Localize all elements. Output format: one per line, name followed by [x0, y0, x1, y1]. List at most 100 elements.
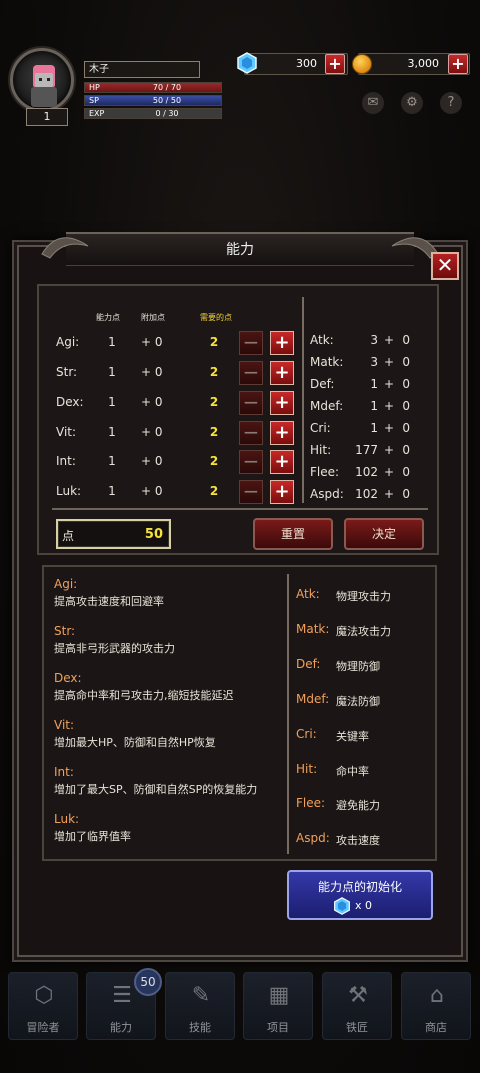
derived-hit: Hit: 177 + 0: [310, 440, 414, 462]
level-badge: 1: [26, 108, 68, 126]
exp-label: EXP: [89, 109, 105, 118]
derived-plus: +: [383, 399, 394, 413]
stats-separator: [52, 508, 428, 510]
avatar-eye: [47, 78, 50, 81]
decrease-str-button[interactable]: −: [239, 361, 263, 385]
ability-reset-init-button[interactable]: 能力点的初始化 x 0: [287, 870, 433, 920]
close-button[interactable]: ✕: [431, 252, 459, 280]
stat-name: Dex:: [56, 395, 84, 409]
nav-blacksmith[interactable]: ⚒ 铁匠: [322, 972, 392, 1040]
derived-bonus: 0: [402, 333, 410, 347]
stat-base: 1: [108, 484, 116, 498]
init-button-label: 能力点的初始化: [317, 880, 402, 894]
ability-points-badge: 50: [134, 968, 162, 996]
increase-vit-button[interactable]: +: [270, 421, 294, 445]
derived-name: Aspd:: [310, 487, 344, 501]
stats-divider: [302, 297, 304, 503]
derived-plus: +: [383, 465, 394, 479]
gem-icon: [334, 897, 350, 915]
stat-name: Vit:: [56, 425, 77, 439]
stat-name: Luk:: [56, 484, 82, 498]
nav-skill[interactable]: ✎ 技能: [165, 972, 235, 1040]
derived-mdef: Mdef: 1 + 0: [310, 396, 414, 418]
derived-value: 3: [370, 333, 378, 347]
derived-atk: Atk: 3 + 0: [310, 330, 414, 352]
nav-shop[interactable]: ⌂ 商店: [401, 972, 471, 1040]
derived-flee: Flee: 102 + 0: [310, 462, 414, 484]
increase-dex-button[interactable]: +: [270, 391, 294, 415]
nav-adventurer[interactable]: ⬡ 冒险者: [8, 972, 78, 1040]
increase-str-button[interactable]: +: [270, 361, 294, 385]
term-text-def: 物理防御: [336, 660, 380, 673]
desc-title-int: Int:: [54, 765, 74, 779]
derived-aspd: Aspd: 102 + 0: [310, 484, 414, 506]
increase-luk-button[interactable]: +: [270, 480, 294, 504]
increase-int-button[interactable]: +: [270, 450, 294, 474]
term-name-aspd: Aspd:: [296, 831, 330, 845]
column-required: 需要的点: [200, 313, 232, 322]
player-name: 木子: [84, 61, 200, 78]
init-cost: x 0: [355, 899, 373, 912]
avatar-body: [31, 87, 57, 107]
stat-required: 2: [209, 335, 219, 349]
gear-icon[interactable]: ⚙: [401, 92, 423, 114]
derived-plus: +: [383, 443, 394, 457]
adventurer-icon: ⬡: [34, 983, 54, 1008]
stat-bonus: + 0: [141, 425, 163, 439]
stat-name: Int:: [56, 454, 76, 468]
decrease-luk-button[interactable]: −: [239, 480, 263, 504]
stat-base: 1: [108, 454, 116, 468]
decrease-vit-button[interactable]: −: [239, 421, 263, 445]
nav-items[interactable]: ▦ 项目: [243, 972, 313, 1040]
exp-value: 0 / 30: [155, 109, 179, 118]
hp-bar: HP 70 / 70: [84, 82, 222, 93]
skill-icon: ✎: [191, 983, 211, 1008]
derived-value: 1: [370, 421, 378, 435]
decrease-dex-button[interactable]: −: [239, 391, 263, 415]
buy-gold-button[interactable]: +: [448, 54, 468, 74]
derived-value: 102: [355, 465, 378, 479]
derived-bonus: 0: [402, 377, 410, 391]
buy-gems-button[interactable]: +: [325, 54, 345, 74]
sp-label: SP: [89, 96, 99, 105]
increase-agi-button[interactable]: +: [270, 331, 294, 355]
derived-cri: Cri: 1 + 0: [310, 418, 414, 440]
nav-label: 项目: [267, 1021, 289, 1034]
shop-icon: ⌂: [430, 983, 444, 1008]
column-points: 能力点: [96, 313, 120, 322]
term-text-hit: 命中率: [336, 765, 369, 778]
derived-bonus: 0: [402, 355, 410, 369]
term-name-atk: Atk:: [296, 587, 320, 601]
term-text-matk: 魔法攻击力: [336, 625, 391, 638]
derived-name: Atk:: [310, 333, 334, 347]
ability-icon: ☰: [112, 983, 132, 1008]
desc-text-luk: 增加了临界值率: [54, 830, 131, 843]
desc-title-vit: Vit:: [54, 718, 75, 732]
term-text-aspd: 攻击速度: [336, 834, 380, 847]
stat-required: 2: [209, 425, 219, 439]
derived-name: Hit:: [310, 443, 332, 457]
desc-text-dex: 提高命中率和弓攻击力,缩短技能延迟: [54, 689, 234, 702]
confirm-button[interactable]: 决定: [344, 518, 424, 550]
term-name-mdef: Mdef:: [296, 692, 330, 706]
gem-icon: [237, 52, 257, 74]
mail-icon[interactable]: ✉: [362, 92, 384, 114]
decrease-agi-button[interactable]: −: [239, 331, 263, 355]
derived-value: 1: [370, 377, 378, 391]
player-avatar[interactable]: [10, 48, 74, 112]
stat-required: 2: [209, 395, 219, 409]
nav-label: 商店: [425, 1021, 447, 1034]
gem-amount: 300: [296, 57, 317, 70]
stat-base: 1: [108, 425, 116, 439]
avatar-face: [35, 73, 53, 87]
exp-bar: EXP 0 / 30: [84, 108, 222, 119]
stat-bonus: + 0: [141, 395, 163, 409]
avatar-eye: [39, 78, 42, 81]
dialog-title: 能力: [66, 232, 414, 266]
coin-icon: [352, 54, 372, 74]
reset-button[interactable]: 重置: [253, 518, 333, 550]
term-text-atk: 物理攻击力: [336, 590, 391, 603]
help-icon[interactable]: ?: [440, 92, 462, 114]
description-divider: [287, 574, 289, 854]
decrease-int-button[interactable]: −: [239, 450, 263, 474]
